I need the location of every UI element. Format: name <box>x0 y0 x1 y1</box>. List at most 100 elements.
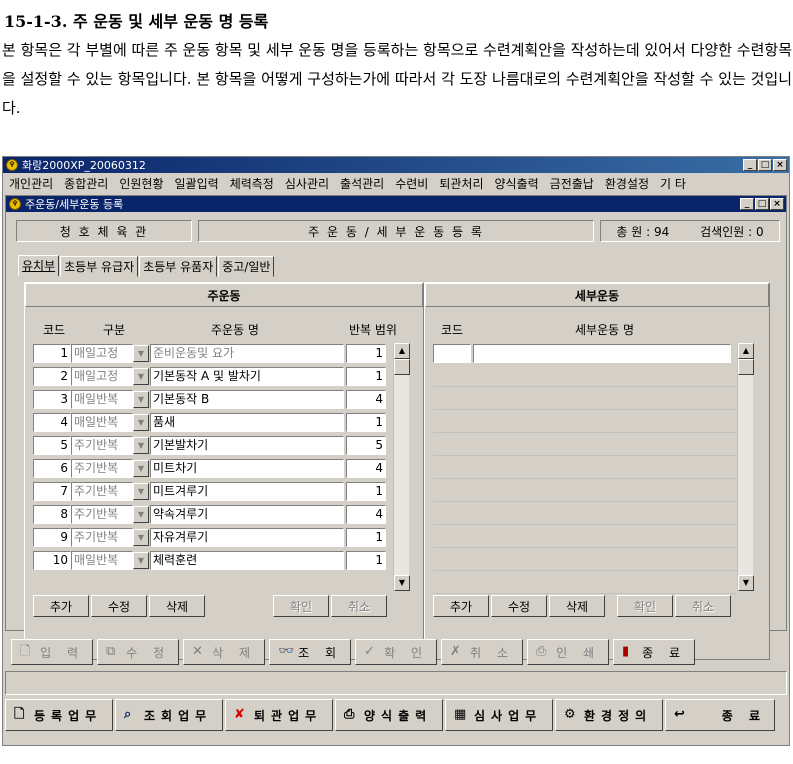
row-main-name[interactable]: 기본동작 B <box>150 390 344 409</box>
menu-item[interactable]: 종합관리 <box>64 175 108 192</box>
row-type-select[interactable]: 주기반복 <box>71 436 133 455</box>
toolbar-exit-button[interactable]: ▮ 종 료 <box>613 639 695 665</box>
row-main-name[interactable]: 품새 <box>150 413 344 432</box>
toolbar-print-button[interactable]: ⎙ 인 쇄 <box>527 639 609 665</box>
scroll-down-icon[interactable]: ▼ <box>394 575 410 591</box>
main-cancel-button[interactable]: 취소 <box>331 595 387 617</box>
close-button[interactable]: × <box>773 159 787 171</box>
detail-code-input[interactable] <box>433 344 471 363</box>
row-repeat[interactable]: 1 <box>346 413 386 432</box>
row-type-select[interactable]: 매일반복 <box>71 390 133 409</box>
scroll-thumb[interactable] <box>394 359 410 375</box>
dropdown-arrow-icon[interactable]: ▼ <box>133 552 149 569</box>
row-code[interactable]: 10 <box>33 551 71 570</box>
row-code[interactable]: 5 <box>33 436 71 455</box>
row-repeat[interactable]: 4 <box>346 459 386 478</box>
row-main-name[interactable]: 미트겨루기 <box>150 482 344 501</box>
row-type-select[interactable]: 주기반복 <box>71 505 133 524</box>
toolbar-confirm-button[interactable]: ✓ 확 인 <box>355 639 437 665</box>
dropdown-arrow-icon[interactable]: ▼ <box>133 506 149 523</box>
row-repeat[interactable]: 5 <box>346 436 386 455</box>
menu-item[interactable]: 인원현황 <box>119 175 163 192</box>
nav-exit-button[interactable]: ↩ 종 료 <box>665 699 775 731</box>
row-repeat[interactable]: 1 <box>346 367 386 386</box>
detail-edit-button[interactable]: 수정 <box>491 595 547 617</box>
row-repeat[interactable]: 1 <box>346 551 386 570</box>
row-repeat[interactable]: 1 <box>346 482 386 501</box>
row-type-select[interactable]: 주기반복 <box>71 459 133 478</box>
row-main-name[interactable]: 준비운동및 요가 <box>150 344 344 363</box>
maximize-button[interactable]: □ <box>758 159 772 171</box>
row-main-name[interactable]: 미트차기 <box>150 459 344 478</box>
child-minimize-button[interactable]: _ <box>740 198 754 210</box>
row-code[interactable]: 9 <box>33 528 71 547</box>
dropdown-arrow-icon[interactable]: ▼ <box>133 414 149 431</box>
nav-withdraw-button[interactable]: ✘ 퇴관업무 <box>225 699 333 731</box>
row-main-name[interactable]: 자유겨루기 <box>150 528 344 547</box>
row-main-name[interactable]: 약속겨루기 <box>150 505 344 524</box>
toolbar-search-button[interactable]: 👓 조 회 <box>269 639 351 665</box>
detail-add-button[interactable]: 추가 <box>433 595 489 617</box>
detail-scrollbar[interactable]: ▲ ▼ <box>737 343 754 591</box>
menu-item[interactable]: 기 타 <box>660 175 686 192</box>
row-type-select[interactable]: 매일반복 <box>71 413 133 432</box>
row-type-select[interactable]: 매일고정 <box>71 344 133 363</box>
toolbar-delete-button[interactable]: ✕ 삭 제 <box>183 639 265 665</box>
menu-item[interactable]: 금전출납 <box>550 175 594 192</box>
toolbar-input-button[interactable]: 🗋 입 력 <box>11 639 93 665</box>
row-code[interactable]: 7 <box>33 482 71 501</box>
main-confirm-button[interactable]: 확인 <box>273 595 329 617</box>
scroll-up-icon[interactable]: ▲ <box>394 343 410 359</box>
nav-exam-button[interactable]: ▦ 심사업무 <box>445 699 553 731</box>
main-delete-button[interactable]: 삭제 <box>149 595 205 617</box>
menu-item[interactable]: 일괄입력 <box>175 175 219 192</box>
main-edit-button[interactable]: 수정 <box>91 595 147 617</box>
detail-scroll-up-icon[interactable]: ▲ <box>738 343 754 359</box>
menu-item[interactable]: 수련비 <box>395 175 428 192</box>
row-code[interactable]: 3 <box>33 390 71 409</box>
tab-middle-high-general[interactable]: 중고/일반 <box>218 256 275 277</box>
dropdown-arrow-icon[interactable]: ▼ <box>133 529 149 546</box>
tab-elementary-grade[interactable]: 초등부 유급자 <box>60 256 139 277</box>
row-type-select[interactable]: 주기반복 <box>71 528 133 547</box>
row-code[interactable]: 8 <box>33 505 71 524</box>
tab-elementary-poom[interactable]: 초등부 유품자 <box>139 256 218 277</box>
detail-scroll-thumb[interactable] <box>738 359 754 375</box>
menu-item[interactable]: 퇴관처리 <box>439 175 483 192</box>
row-repeat[interactable]: 4 <box>346 505 386 524</box>
menu-item[interactable]: 출석관리 <box>340 175 384 192</box>
row-repeat[interactable]: 1 <box>346 528 386 547</box>
dropdown-arrow-icon[interactable]: ▼ <box>133 437 149 454</box>
detail-name-input[interactable] <box>473 344 731 363</box>
detail-cancel-button[interactable]: 취소 <box>675 595 731 617</box>
menu-item[interactable]: 양식출력 <box>495 175 539 192</box>
menu-item[interactable]: 체력측정 <box>230 175 274 192</box>
nav-settings-button[interactable]: ⚙ 환경정의 <box>555 699 663 731</box>
minimize-button[interactable]: _ <box>743 159 757 171</box>
row-type-select[interactable]: 주기반복 <box>71 482 133 501</box>
row-code[interactable]: 1 <box>33 344 71 363</box>
row-code[interactable]: 6 <box>33 459 71 478</box>
row-code[interactable]: 4 <box>33 413 71 432</box>
menu-item[interactable]: 환경설정 <box>605 175 649 192</box>
toolbar-edit-button[interactable]: ⧉ 수 정 <box>97 639 179 665</box>
dropdown-arrow-icon[interactable]: ▼ <box>133 391 149 408</box>
toolbar-cancel-button[interactable]: ✗ 취 소 <box>441 639 523 665</box>
menu-item[interactable]: 심사관리 <box>285 175 329 192</box>
row-type-select[interactable]: 매일고정 <box>71 367 133 386</box>
child-maximize-button[interactable]: □ <box>755 198 769 210</box>
nav-lookup-button[interactable]: ⌕ 조회업무 <box>115 699 223 731</box>
detail-confirm-button[interactable]: 확인 <box>617 595 673 617</box>
row-main-name[interactable]: 체력훈련 <box>150 551 344 570</box>
dropdown-arrow-icon[interactable]: ▼ <box>133 483 149 500</box>
detail-scroll-down-icon[interactable]: ▼ <box>738 575 754 591</box>
row-code[interactable]: 2 <box>33 367 71 386</box>
detail-delete-button[interactable]: 삭제 <box>549 595 605 617</box>
row-main-name[interactable]: 기본동작 A 및 발차기 <box>150 367 344 386</box>
row-type-select[interactable]: 매일반복 <box>71 551 133 570</box>
child-close-button[interactable]: × <box>770 198 784 210</box>
dropdown-arrow-icon[interactable]: ▼ <box>133 368 149 385</box>
row-repeat[interactable]: 1 <box>346 344 386 363</box>
tab-kindergarten[interactable]: 유치부 <box>18 255 60 276</box>
menu-item[interactable]: 개인관리 <box>9 175 53 192</box>
